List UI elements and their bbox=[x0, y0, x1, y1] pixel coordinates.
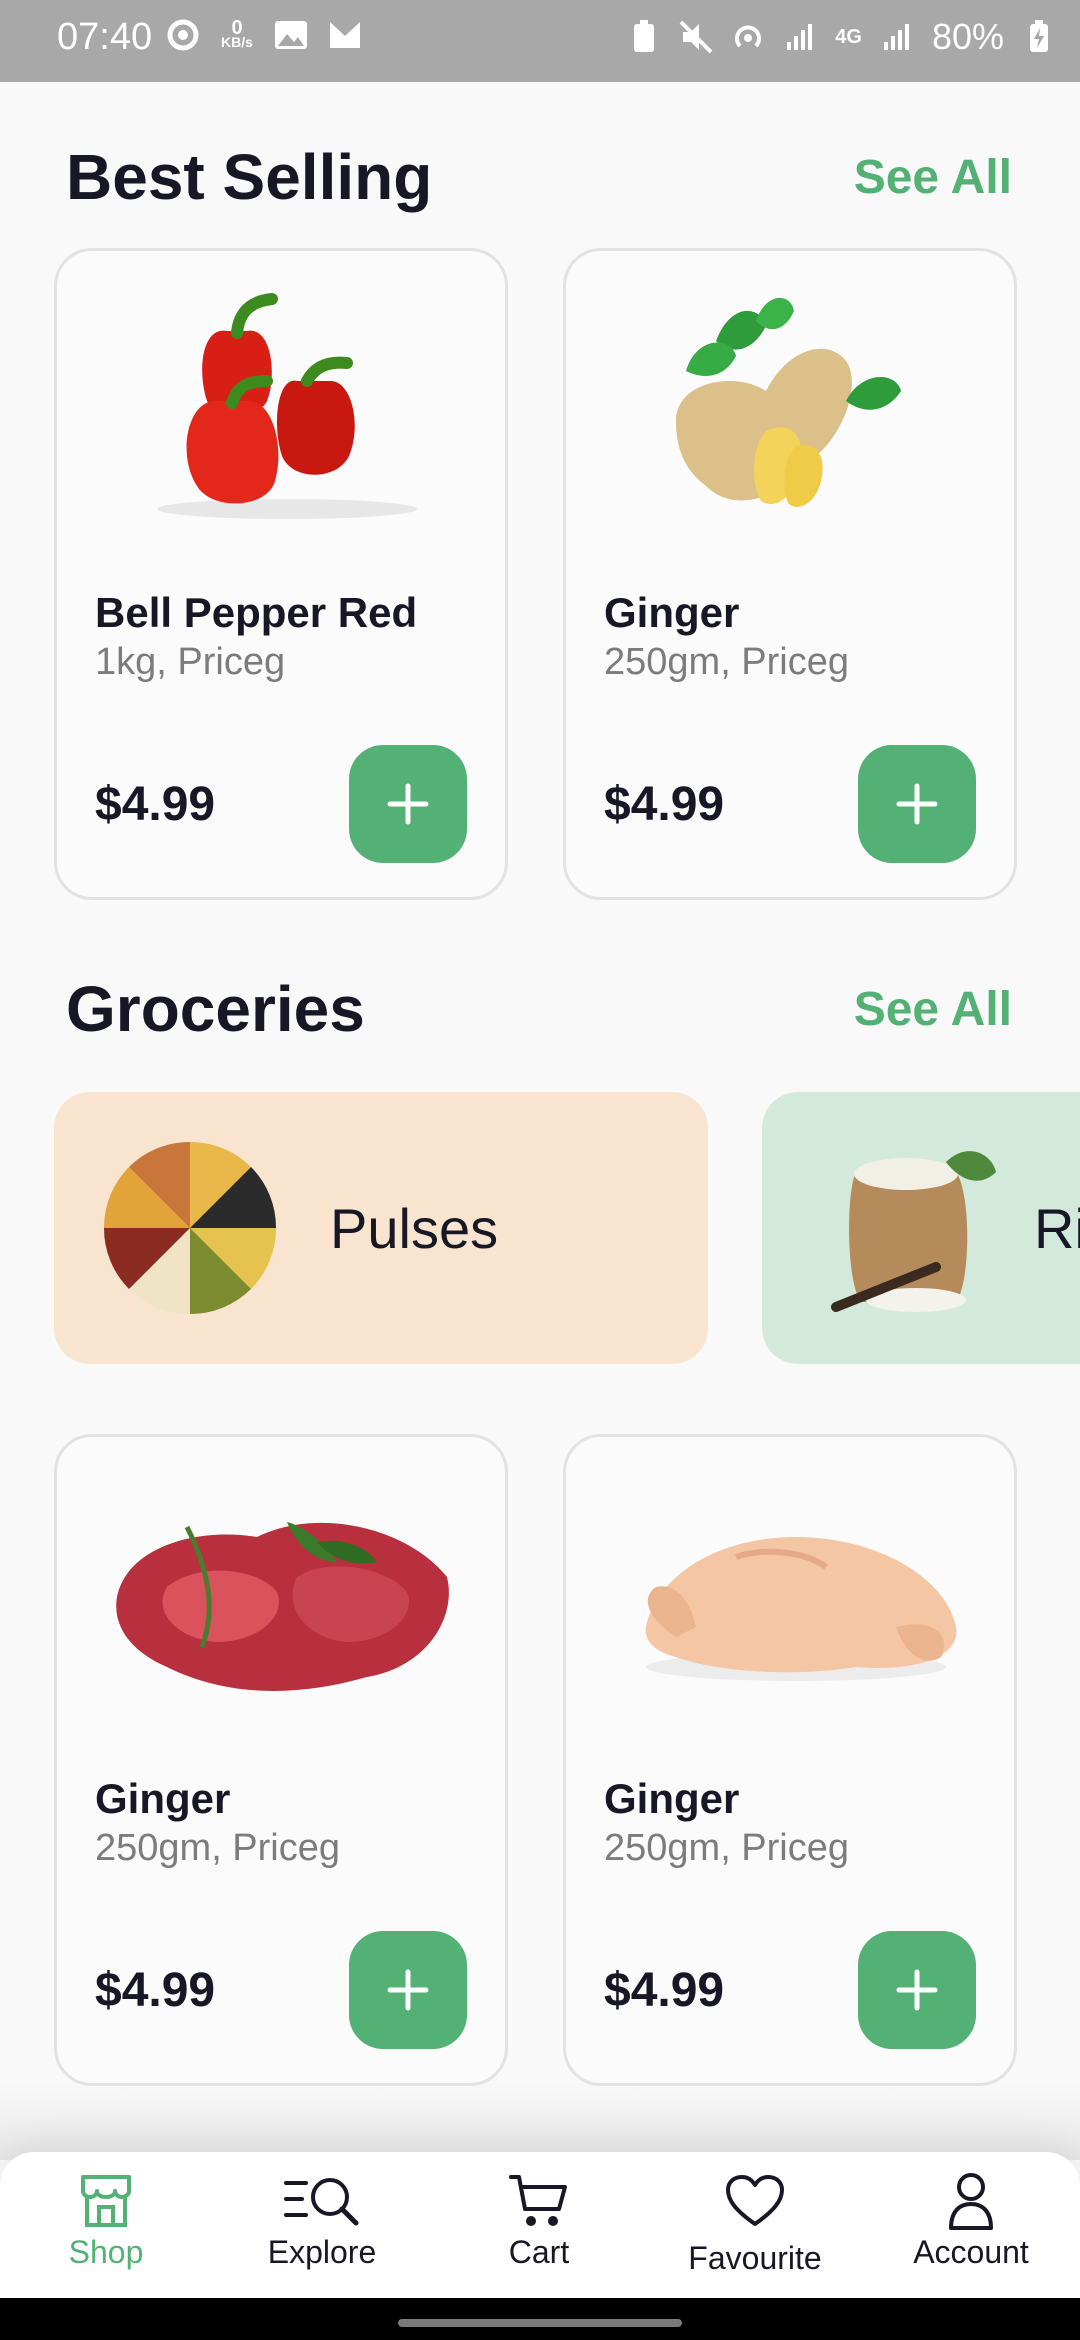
product-name: Bell Pepper Red bbox=[95, 589, 418, 636]
product-card-chicken[interactable]: Ginger 250gm, Priceg $4.99 bbox=[563, 1434, 1017, 2086]
cart-icon bbox=[509, 2172, 569, 2230]
plus-icon bbox=[896, 783, 938, 825]
product-subtitle: 250gm, Priceg bbox=[604, 641, 850, 683]
bottom-navigation: Shop Explore Cart Favourite Account bbox=[0, 2152, 1080, 2298]
nav-item-favourite[interactable]: Favourite bbox=[655, 2152, 855, 2298]
meat-image bbox=[107, 1467, 457, 1707]
product-name: Ginger bbox=[604, 589, 740, 636]
best-selling-see-all-link[interactable]: See All bbox=[854, 150, 1012, 205]
heart-icon bbox=[725, 2172, 785, 2230]
nav-label: Favourite bbox=[688, 2240, 822, 2276]
status-time: 07:40 bbox=[57, 16, 153, 58]
add-to-cart-button[interactable] bbox=[858, 1931, 976, 2049]
product-price: $4.99 bbox=[604, 778, 725, 831]
sync-icon bbox=[166, 18, 200, 52]
product-name: Ginger bbox=[95, 1775, 231, 1822]
battery-saver-icon bbox=[627, 20, 661, 54]
signal-icon bbox=[783, 20, 817, 54]
network-type: 4G bbox=[835, 25, 862, 48]
nav-label: Cart bbox=[508, 2234, 570, 2270]
battery-charging-icon bbox=[1022, 20, 1056, 54]
add-to-cart-button[interactable] bbox=[858, 745, 976, 863]
groceries-see-all-link[interactable]: See All bbox=[854, 982, 1012, 1037]
grocery-category-rice[interactable]: Ri bbox=[762, 1092, 1080, 1364]
hotspot-icon bbox=[731, 20, 765, 54]
store-icon bbox=[79, 2172, 133, 2230]
pulses-image bbox=[100, 1138, 280, 1318]
home-gesture-handle[interactable] bbox=[398, 2319, 682, 2327]
grocery-category-pulses[interactable]: Pulses bbox=[54, 1092, 708, 1364]
add-to-cart-button[interactable] bbox=[349, 1931, 467, 2049]
product-card-ginger[interactable]: Ginger 250gm, Priceg $4.99 bbox=[563, 248, 1017, 900]
product-subtitle: 1kg, Priceg bbox=[95, 641, 286, 683]
grocery-category-label: Pulses bbox=[330, 1197, 499, 1260]
nav-label: Account bbox=[913, 2234, 1029, 2270]
ginger-image bbox=[616, 281, 966, 521]
status-bar: 07:40 0 KB/s 4G 80% bbox=[0, 0, 1080, 82]
user-icon bbox=[947, 2172, 995, 2230]
nav-item-explore[interactable]: Explore bbox=[222, 2152, 422, 2298]
product-card-meat[interactable]: Ginger 250gm, Priceg $4.99 bbox=[54, 1434, 508, 2086]
grocery-category-label: Ri bbox=[1034, 1197, 1080, 1260]
product-name: Ginger bbox=[604, 1775, 740, 1822]
product-price: $4.99 bbox=[95, 1964, 216, 2017]
product-subtitle: 250gm, Priceg bbox=[95, 1827, 341, 1869]
product-subtitle: 250gm, Priceg bbox=[604, 1827, 850, 1869]
gallery-icon bbox=[274, 18, 308, 52]
nav-item-shop[interactable]: Shop bbox=[6, 2152, 206, 2298]
chicken-image bbox=[616, 1467, 966, 1707]
best-selling-title: Best Selling bbox=[66, 141, 433, 213]
add-to-cart-button[interactable] bbox=[349, 745, 467, 863]
product-price: $4.99 bbox=[604, 1964, 725, 2017]
nav-label: Shop bbox=[68, 2234, 144, 2270]
product-price: $4.99 bbox=[95, 778, 216, 831]
mute-icon bbox=[679, 20, 713, 54]
nav-item-account[interactable]: Account bbox=[871, 2152, 1071, 2298]
data-speed-indicator: 0 KB/s bbox=[221, 17, 253, 50]
nav-item-cart[interactable]: Cart bbox=[439, 2152, 639, 2298]
scroll-fade bbox=[0, 2080, 1080, 2160]
mail-icon bbox=[328, 18, 362, 52]
explore-icon bbox=[284, 2172, 360, 2230]
product-card-bell-pepper[interactable]: Bell Pepper Red 1kg, Priceg $4.99 bbox=[54, 248, 508, 900]
plus-icon bbox=[387, 783, 429, 825]
nav-label: Explore bbox=[267, 2234, 377, 2270]
groceries-title: Groceries bbox=[66, 973, 365, 1045]
bell-pepper-image bbox=[107, 281, 457, 521]
plus-icon bbox=[387, 1969, 429, 2011]
signal-icon-2 bbox=[880, 20, 914, 54]
rice-image bbox=[806, 1132, 996, 1312]
battery-percent: 80% bbox=[931, 16, 1004, 57]
plus-icon bbox=[896, 1969, 938, 2011]
